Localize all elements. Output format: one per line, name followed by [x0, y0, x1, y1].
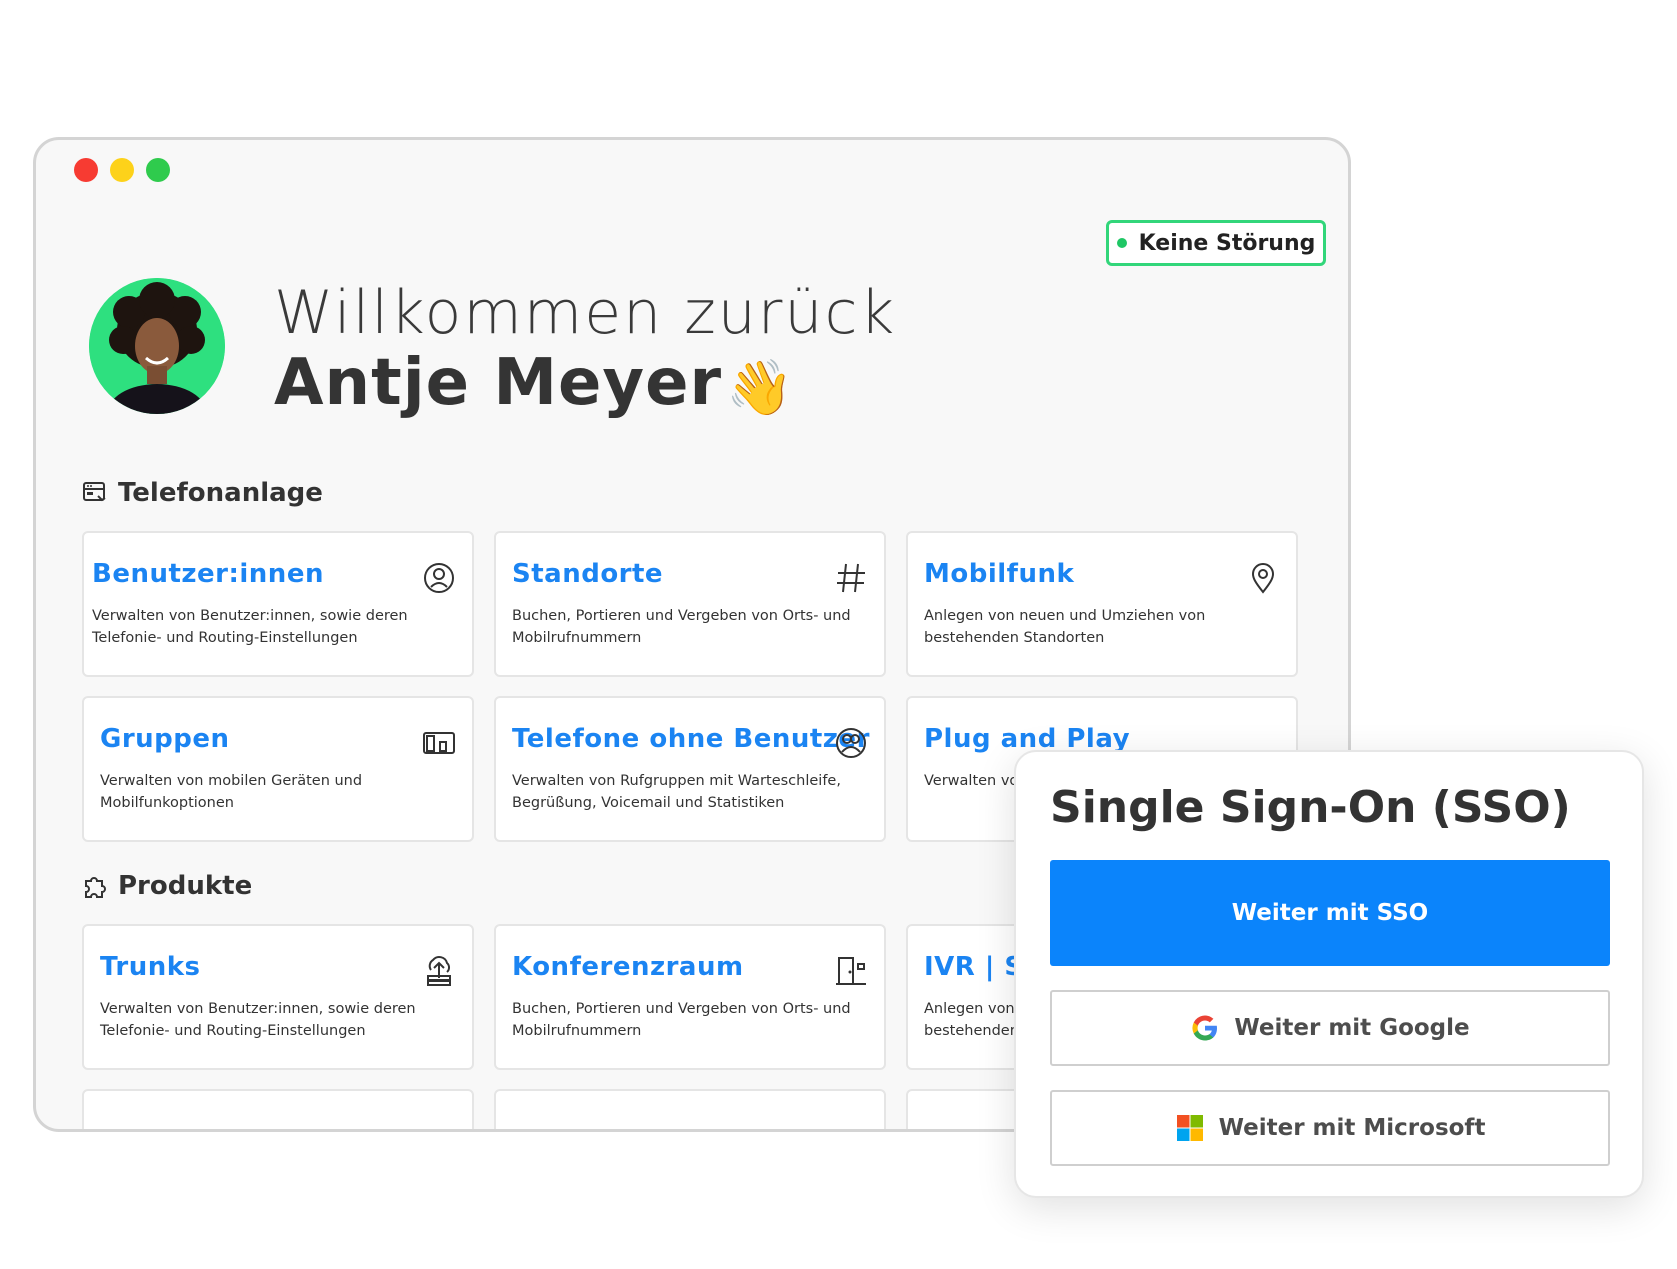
microsoft-button-label: Weiter mit Microsoft	[1218, 1115, 1486, 1141]
card-trunks[interactable]: Trunks Verwalten von Benutzer:innen, sow…	[82, 924, 474, 1070]
devices-icon	[423, 732, 455, 754]
card-mobilfunk[interactable]: Mobilfunk Anlegen von neuen und Umziehen…	[906, 531, 1298, 677]
sso-button[interactable]: Weiter mit SSO	[1050, 860, 1610, 966]
sso-dialog: Single Sign-On (SSO) Weiter mit SSO Weit…	[1014, 750, 1644, 1198]
status-indicator-icon	[1116, 238, 1127, 248]
window-minimize-button[interactable]	[110, 158, 134, 182]
user-name-heading: Antje Meyer 👋	[274, 346, 794, 420]
google-icon	[1192, 1015, 1218, 1041]
card-title: Telefone ohne Benutzer	[512, 724, 870, 754]
user-photo-icon	[89, 278, 225, 414]
sso-title: Single Sign-On (SSO)	[1050, 782, 1571, 833]
card-konferenzraum[interactable]: Konferenzraum Buchen, Portieren und Verg…	[494, 924, 886, 1070]
user-name: Antje Meyer	[274, 346, 723, 420]
google-button[interactable]: Weiter mit Google	[1050, 990, 1610, 1066]
group-circle-icon	[836, 728, 866, 758]
user-circle-icon	[424, 563, 454, 593]
section-telefonanlage: Telefonanlage	[82, 478, 323, 508]
card-description: Verwalten von mobilen Geräten und Mobilf…	[100, 773, 363, 811]
card-telefone-ohne-benutzer[interactable]: Telefone ohne Benutzer Verwalten von Ruf…	[494, 696, 886, 842]
hash-icon	[837, 563, 865, 593]
card-title: Benutzer:innen	[92, 559, 324, 589]
card-description: Verwalten von Benutzer:innen, sowie dere…	[100, 1001, 416, 1039]
status-label: Keine Störung	[1138, 230, 1316, 256]
card-description: Anlegen von neuen und Umziehen von beste…	[924, 608, 1206, 646]
card-title: Trunks	[100, 952, 201, 982]
card-description: Verwalten von Rufgruppen mit Warteschlei…	[512, 773, 841, 811]
microsoft-button[interactable]: Weiter mit Microsoft	[1050, 1090, 1610, 1166]
card-description: Buchen, Portieren und Vergeben von Orts-…	[512, 608, 851, 646]
card-description: Buchen, Portieren und Vergeben von Orts-…	[512, 1001, 851, 1039]
window-close-button[interactable]	[74, 158, 98, 182]
card-benutzer[interactable]: Benutzer:innen Verwalten von Benutzer:in…	[82, 531, 474, 677]
card-description: Verwalten von Benutzer:innen, sowie dere…	[92, 608, 408, 646]
welcome-greeting: Willkommen zurück	[274, 278, 897, 348]
avatar	[89, 278, 225, 414]
card-title: Mobilfunk	[924, 559, 1075, 589]
card-title: Standorte	[512, 559, 664, 589]
section-produkte: Produkte	[82, 871, 252, 901]
card-row4-1[interactable]	[82, 1089, 474, 1129]
sso-button-label: Weiter mit SSO	[1231, 900, 1429, 926]
google-button-label: Weiter mit Google	[1234, 1015, 1470, 1041]
card-title: Gruppen	[100, 724, 230, 754]
card-gruppen[interactable]: Gruppen Verwalten von mobilen Geräten un…	[82, 696, 474, 842]
cloud-upload-icon	[427, 956, 451, 986]
server-phone-icon	[83, 482, 106, 502]
door-icon	[836, 957, 866, 985]
card-row4-2[interactable]	[494, 1089, 886, 1129]
wave-emoji-icon: 👋	[726, 356, 795, 419]
section-title-produkte: Produkte	[118, 871, 253, 901]
card-standorte[interactable]: Standorte Buchen, Portieren und Vergeben…	[494, 531, 886, 677]
section-title-telefonanlage: Telefonanlage	[118, 478, 323, 508]
microsoft-icon	[1176, 1115, 1203, 1141]
puzzle-icon	[85, 877, 106, 898]
location-pin-icon	[1251, 563, 1275, 594]
status-badge[interactable]: Keine Störung	[1106, 220, 1326, 266]
card-title: Konferenzraum	[512, 952, 744, 982]
window-maximize-button[interactable]	[146, 158, 170, 182]
